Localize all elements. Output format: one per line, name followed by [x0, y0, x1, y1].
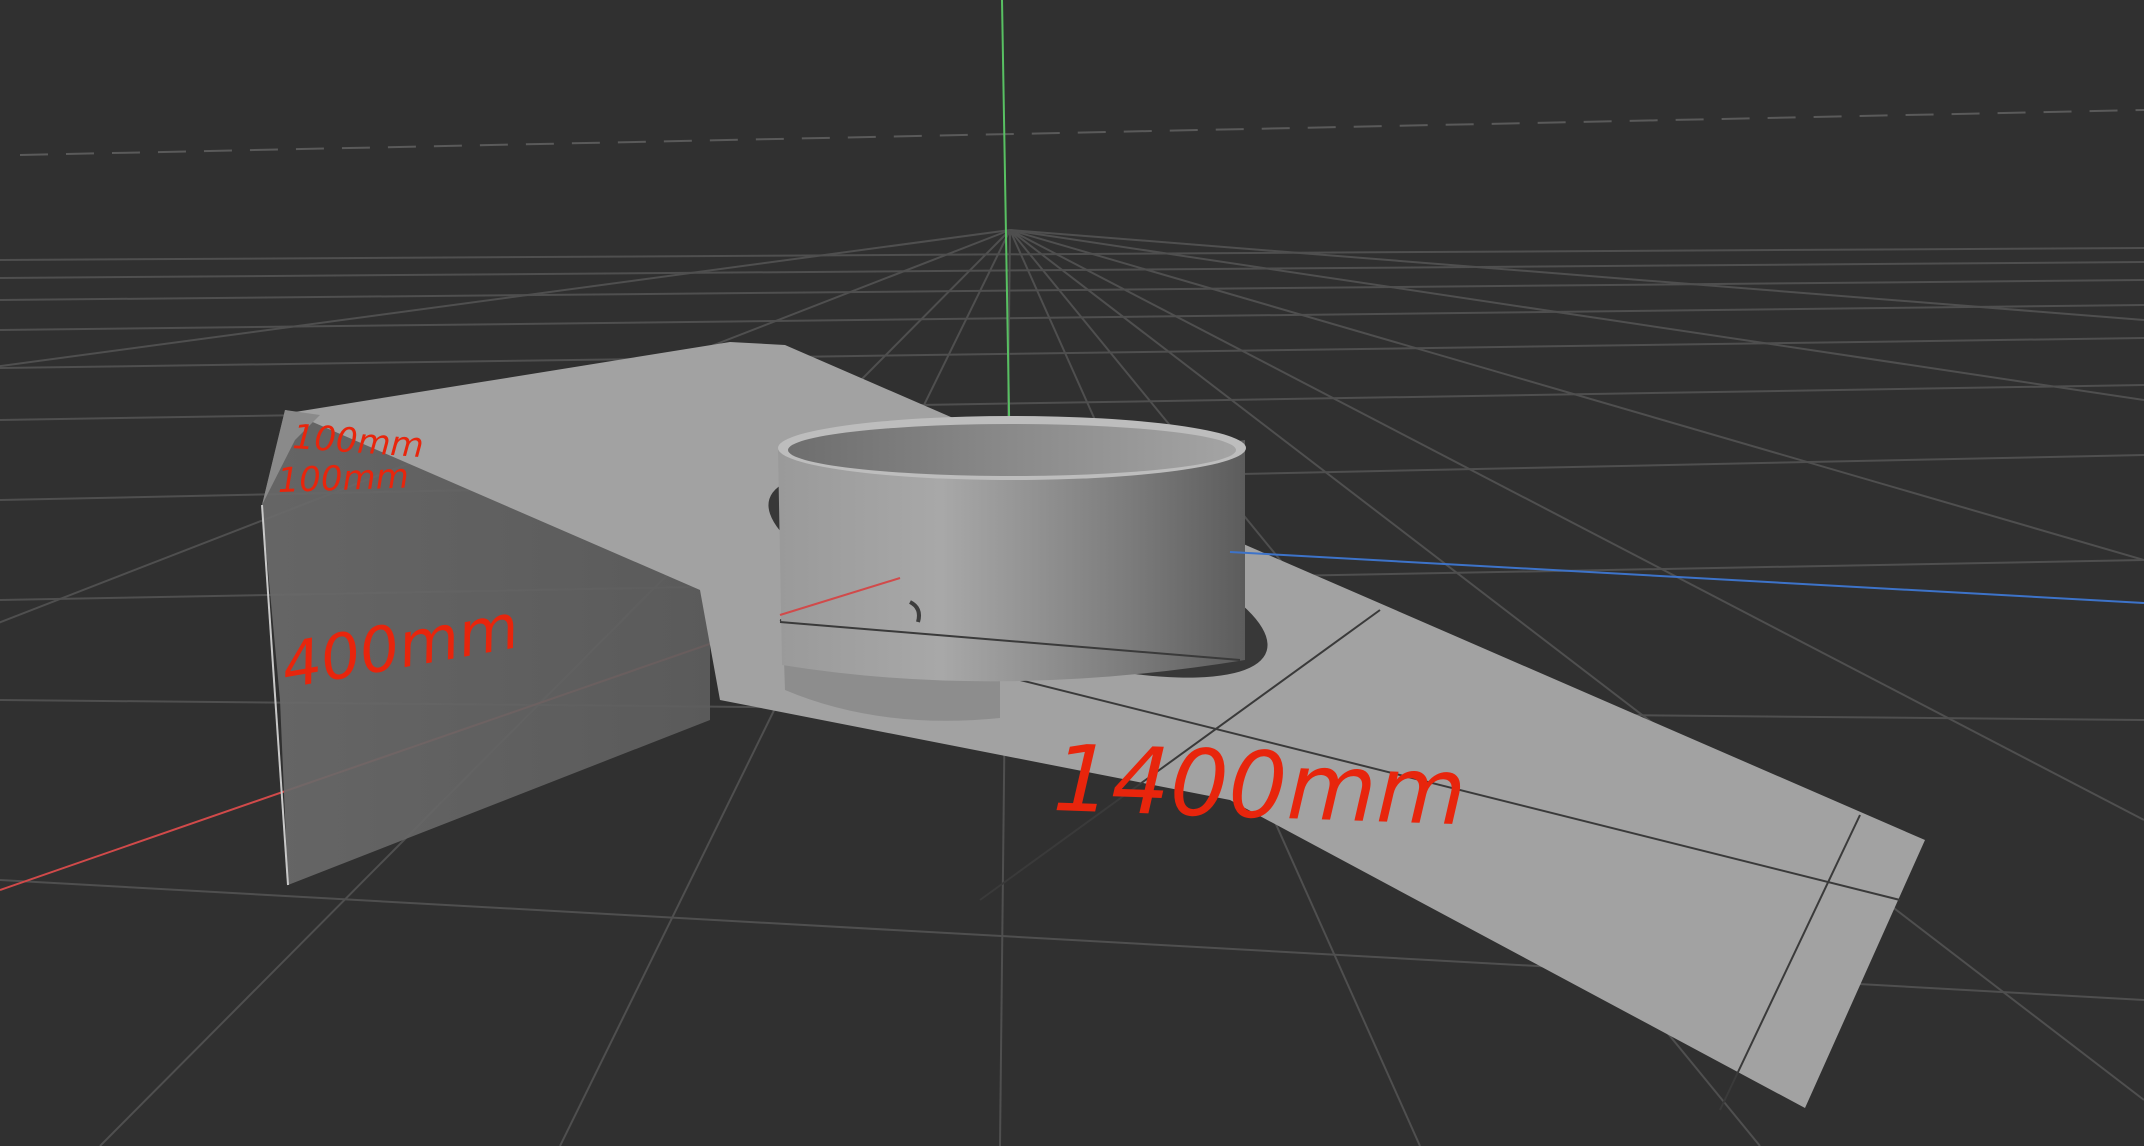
dimension-annotation-length: 1400mm: [1051, 725, 1468, 846]
dimension-annotation-small-2: 100mm: [277, 456, 409, 501]
3d-viewport[interactable]: 100mm 100mm 400mm 1400mm: [0, 0, 2144, 1146]
cylinder-top-inner: [788, 424, 1236, 476]
